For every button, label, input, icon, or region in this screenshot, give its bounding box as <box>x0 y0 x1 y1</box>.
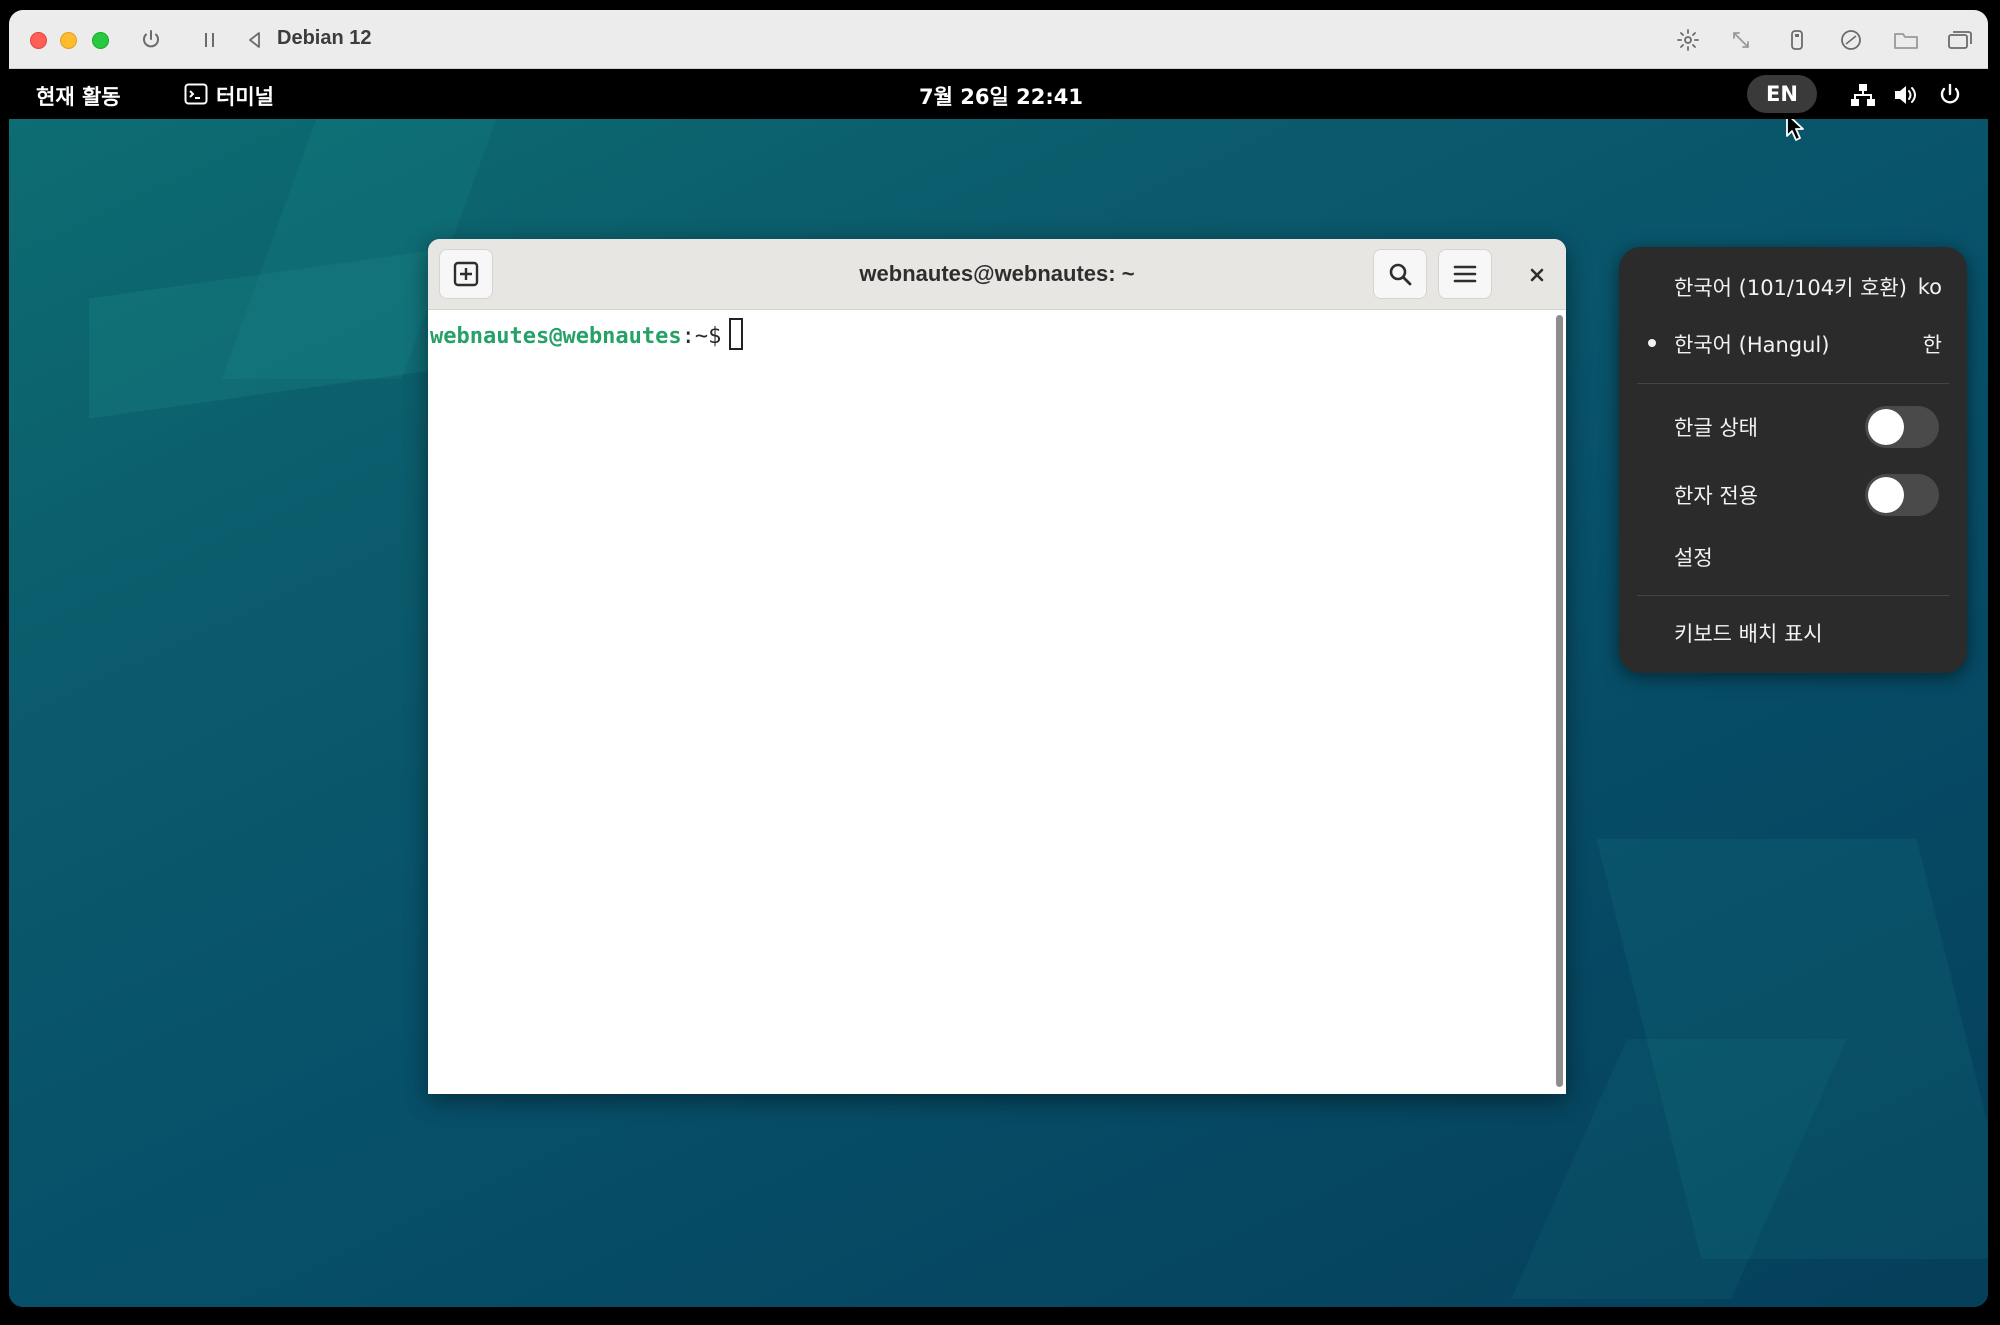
vm-back-icon[interactable] <box>241 26 269 54</box>
input-source-label: 한국어 (Hangul) <box>1674 333 1830 357</box>
search-button[interactable] <box>1373 249 1427 299</box>
terminal-headerbar: webnautes@webnautes: ~ <box>428 239 1566 310</box>
vm-title: Debian 12 <box>277 27 372 49</box>
prompt-line: webnautes@webnautes:~$ <box>430 318 744 350</box>
settings-label: 설정 <box>1674 546 1713 570</box>
volume-icon[interactable] <box>1893 82 1919 108</box>
show-keyboard-layout-label: 키보드 배치 표시 <box>1674 622 1823 646</box>
selected-dot-icon <box>1648 339 1656 347</box>
input-source-code: 한 <box>1922 333 1942 357</box>
input-source-item-hangul[interactable]: 한국어 (Hangul) 한 <box>1674 324 1942 364</box>
hanja-only-toggle[interactable] <box>1865 474 1939 516</box>
vm-pause-icon[interactable] <box>196 26 224 54</box>
prompt-user: webnautes@webnautes <box>430 324 682 349</box>
menu-separator <box>1637 595 1949 596</box>
prompt-path: :~$ <box>681 324 722 349</box>
gnome-top-bar: 현재 활동 터미널 7월 26일 22:41 EN <box>9 69 1988 119</box>
power-menu-icon[interactable] <box>1937 82 1963 108</box>
usb-icon[interactable] <box>1783 26 1811 54</box>
terminal-app-icon <box>184 83 208 110</box>
vm-power-icon[interactable] <box>137 26 165 54</box>
close-icon <box>1530 268 1544 282</box>
toggle-knob <box>1868 477 1904 513</box>
minimize-window-button[interactable] <box>60 32 77 49</box>
clock[interactable]: 7월 26일 22:41 <box>919 81 1083 111</box>
close-terminal-button[interactable] <box>1519 257 1555 293</box>
input-source-indicator[interactable]: EN <box>1747 75 1817 113</box>
windows-icon[interactable] <box>1946 26 1974 54</box>
brightness-icon[interactable] <box>1674 26 1702 54</box>
toggle-knob <box>1868 409 1904 445</box>
hamburger-menu-icon <box>1453 265 1477 283</box>
settings-menu-item[interactable]: 설정 <box>1674 537 1942 577</box>
input-source-label: 한국어 (101/104키 호환) <box>1674 276 1907 300</box>
terminal-scrollbar[interactable] <box>1556 315 1563 1087</box>
hangul-state-toggle[interactable] <box>1865 406 1939 448</box>
shared-folder-icon[interactable] <box>1892 26 1920 54</box>
show-keyboard-layout-item[interactable]: 키보드 배치 표시 <box>1674 613 1942 653</box>
menu-separator <box>1637 383 1949 384</box>
terminal-window: webnautes@webnautes: ~ webnautes@webnaut… <box>428 239 1566 1094</box>
vm-window: Debian 12 현재 활동 터미널 7월 26일 22:41 EN webn… <box>9 10 1988 1307</box>
search-icon <box>1389 263 1412 286</box>
terminal-body[interactable]: webnautes@webnautes:~$ <box>428 310 1566 1094</box>
input-source-item-ko-101[interactable]: 한국어 (101/104키 호환) ko <box>1674 267 1942 307</box>
network-icon[interactable] <box>1850 82 1876 108</box>
hamburger-menu-button[interactable] <box>1438 249 1492 299</box>
app-menu-label: 터미널 <box>216 85 274 109</box>
text-cursor <box>729 318 744 350</box>
vm-titlebar: Debian 12 <box>9 10 1988 69</box>
input-source-menu: 한국어 (101/104키 호환) ko 한국어 (Hangul) 한 한글 상… <box>1619 247 1967 673</box>
mouse-pointer-icon <box>1785 119 1805 146</box>
desktop: webnautes@webnautes: ~ webnautes@webnaut… <box>9 119 1988 1307</box>
activities-button[interactable]: 현재 활동 <box>36 81 121 111</box>
close-window-button[interactable] <box>30 32 47 49</box>
disc-icon[interactable] <box>1837 26 1865 54</box>
input-source-code: ko <box>1917 275 1942 299</box>
maximize-window-button[interactable] <box>92 32 109 49</box>
resize-icon[interactable] <box>1727 26 1755 54</box>
app-menu[interactable]: 터미널 <box>184 81 274 111</box>
